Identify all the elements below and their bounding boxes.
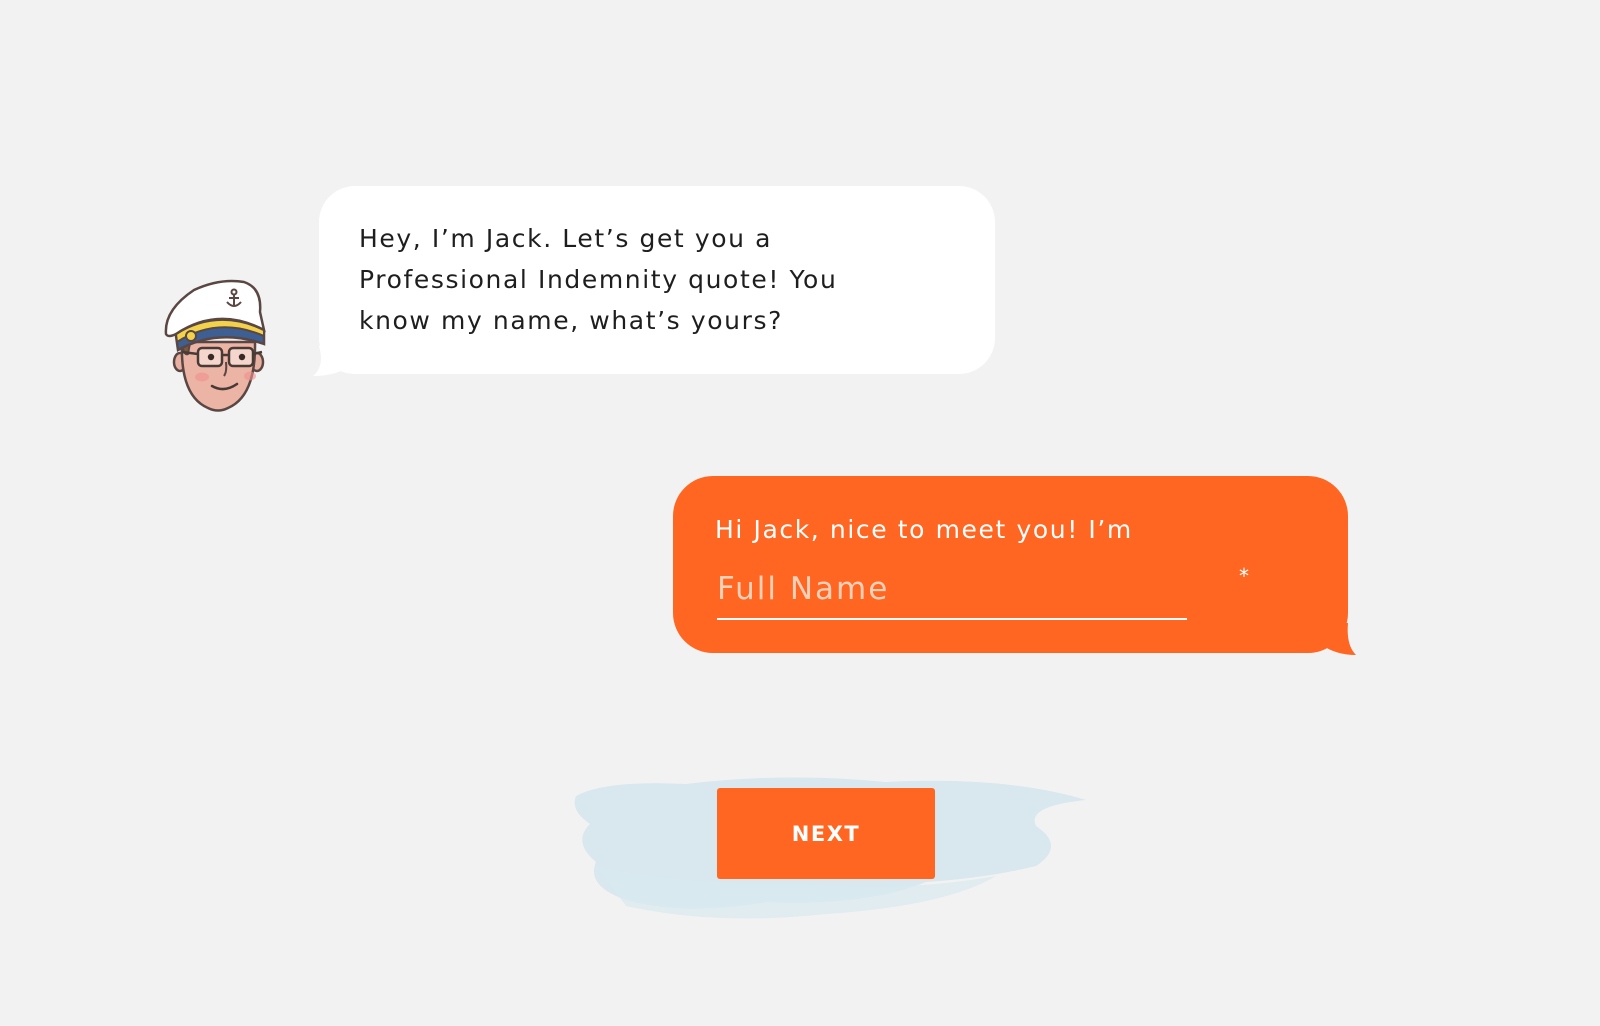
captain-jack-avatar-icon xyxy=(160,276,272,420)
bot-bubble-tail xyxy=(313,346,343,376)
bot-message-text: Hey, I’m Jack. Let’s get you a Professio… xyxy=(359,224,838,335)
user-bubble-tail xyxy=(1322,623,1356,655)
bot-message-bubble: Hey, I’m Jack. Let’s get you a Professio… xyxy=(313,186,995,376)
user-message-text: Hi Jack, nice to meet you! I’m xyxy=(715,515,1133,544)
required-marker: * xyxy=(1239,564,1249,588)
next-button[interactable]: NEXT xyxy=(717,788,935,879)
name-input-row: * xyxy=(715,564,1306,620)
user-message-bubble: Hi Jack, nice to meet you! I’m * xyxy=(673,476,1356,655)
full-name-input[interactable] xyxy=(717,564,1187,620)
